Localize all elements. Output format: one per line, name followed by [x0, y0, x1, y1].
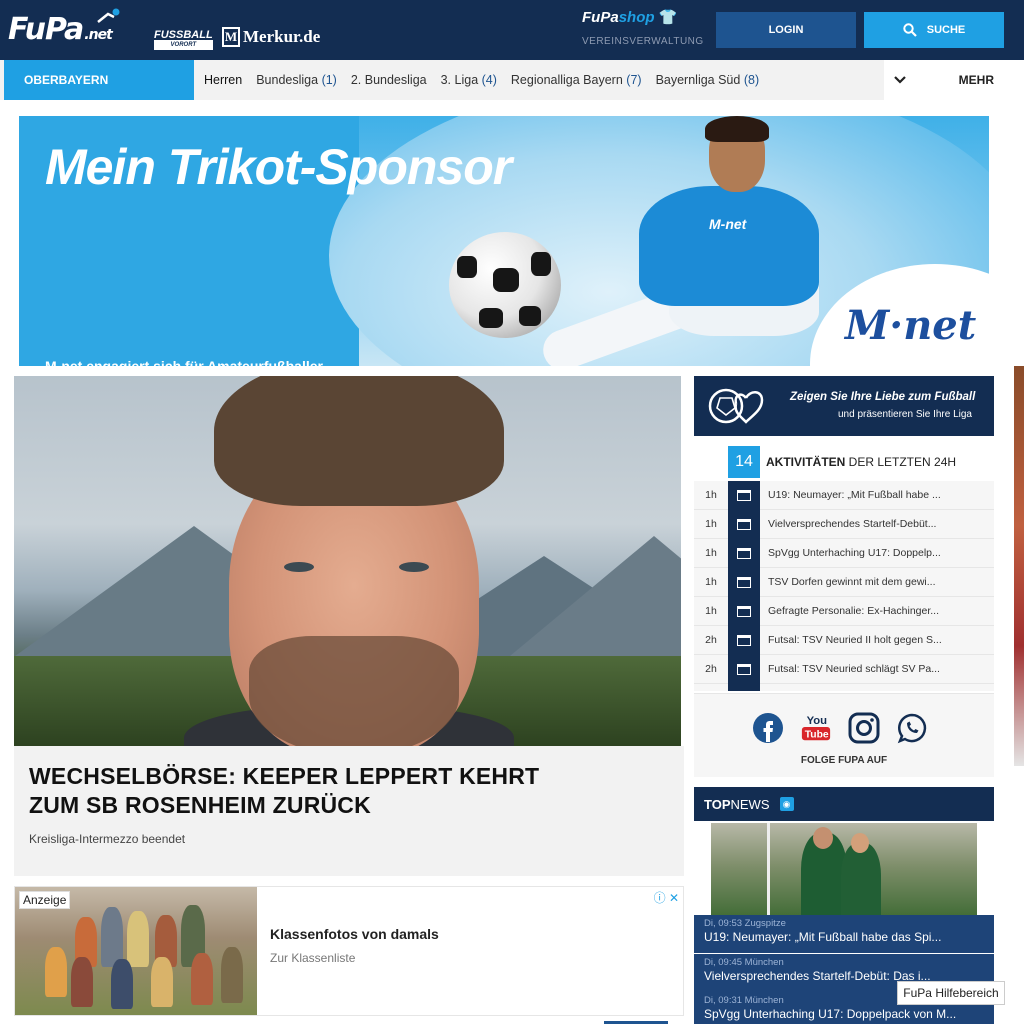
ad-title[interactable]: Klassenfotos von damals — [270, 926, 439, 942]
list-item[interactable]: 1h TSV Dorfen gewinnt mit dem gewi... — [694, 567, 994, 597]
list-item[interactable]: 1h U19: Neumayer: „Mit Fußball habe ... — [694, 481, 994, 510]
activities-label: AKTIVITÄTEN DER LETZTEN 24H — [766, 455, 957, 469]
topnews-image[interactable] — [711, 823, 977, 919]
list-item[interactable]: 1h SpVgg Unterhaching U17: Doppelp... — [694, 538, 994, 568]
vereinsverwaltung-link[interactable]: VEREINSVERWALTUNG — [582, 36, 704, 47]
adchoices-icon[interactable]: ⓘ ✕ — [654, 889, 679, 906]
ad-link[interactable]: Zur Klassenliste — [270, 951, 355, 965]
list-item[interactable]: 2h Futsal: TSV Neuried schlägt SV Pa... — [694, 654, 994, 684]
football-heart-icon — [708, 388, 764, 424]
newspaper-icon — [728, 625, 760, 655]
player-shirt: M-net — [639, 186, 819, 306]
more-menu-button[interactable]: MEHR — [916, 60, 1024, 100]
search-icon — [903, 23, 917, 37]
football-image — [449, 232, 561, 338]
rss-icon[interactable]: ◉ — [779, 797, 794, 811]
newspaper-icon — [728, 481, 760, 510]
svg-text:You: You — [807, 715, 828, 727]
topnews-header: TOP NEWS ◉ — [694, 787, 994, 821]
banner-subtitle: M-net engagiert sich für Amateurfußballe… — [45, 358, 323, 366]
nav-item-regionalliga-bayern[interactable]: Regionalliga Bayern (7) — [511, 73, 642, 87]
list-item[interactable]: 2h Futsal: TSV Neuried II holt gegen S... — [694, 625, 994, 655]
side-skin-ad[interactable] — [1014, 366, 1024, 766]
nav-item-bundesliga[interactable]: Bundesliga (1) — [256, 73, 337, 87]
mnet-logo: M·net — [845, 302, 977, 349]
youtube-icon[interactable]: You Tube — [800, 712, 832, 744]
fupashop-logo[interactable]: FuPashop 👕 — [582, 8, 677, 26]
ad-label: Anzeige — [19, 891, 71, 909]
whatsapp-icon[interactable] — [896, 712, 928, 744]
sponsor-banner[interactable]: M-net Mein Trikot-Sponsor M·net M-net en… — [19, 116, 989, 366]
player-silhouette-icon — [97, 8, 120, 23]
article-teaser[interactable]: WECHSELBÖRSE: KEEPER LEPPERT KEHRT ZUM S… — [14, 746, 684, 876]
social-label: FOLGE FUPA AUF — [800, 755, 888, 766]
nav-item-bayernliga-sued[interactable]: Bayernliga Süd (8) — [656, 73, 760, 87]
fussball-vorort-logo[interactable]: FUSSBALL VORORT — [154, 30, 213, 50]
newspaper-icon — [728, 654, 760, 684]
social-links: You Tube FOLGE FUPA AUF — [694, 693, 994, 777]
shirt-icon: 👕 — [658, 9, 678, 26]
nav-items: Herren Bundesliga (1) 2. Bundesliga 3. L… — [204, 60, 759, 100]
newspaper-icon — [728, 596, 760, 626]
merkur-m-icon: M — [222, 27, 240, 47]
article-title[interactable]: WECHSELBÖRSE: KEEPER LEPPERT KEHRT ZUM S… — [29, 762, 549, 820]
promo-subtitle: und präsentieren Sie Ihre Liga — [838, 409, 972, 420]
list-item[interactable]: 1h Gefragte Personalie: Ex-Hachinger... — [694, 596, 994, 626]
article-subtitle: Kreisliga-Intermezzo beendet — [29, 832, 186, 846]
newspaper-icon — [728, 683, 760, 691]
site-header: FuPa.net FUSSBALL VORORT M Merkur.de FuP… — [0, 0, 1024, 60]
facebook-icon[interactable] — [752, 712, 784, 744]
activities-list: 1h U19: Neumayer: „Mit Fußball habe ... 1… — [694, 481, 994, 691]
search-button[interactable]: SUCHE — [864, 12, 1004, 48]
nav-item-herren[interactable]: Herren — [204, 73, 242, 87]
activities-header: 14 AKTIVITÄTEN DER LETZTEN 24H — [694, 444, 994, 480]
topnews-item[interactable]: Di, 09:53 Zugspitze U19: Neumayer: „Mit … — [694, 915, 994, 953]
help-button[interactable]: FuPa Hilfebereich — [897, 981, 1005, 1005]
league-nav: OBERBAYERN Herren Bundesliga (1) 2. Bund… — [0, 60, 1024, 100]
promo-love-football[interactable]: Zeigen Sie Ihre Liebe zum Fußball und pr… — [694, 376, 994, 436]
login-button[interactable]: LOGIN — [716, 12, 856, 48]
promo-title: Zeigen Sie Ihre Liebe zum Fußball — [790, 391, 976, 403]
nav-item-3-liga[interactable]: 3. Liga (4) — [441, 73, 497, 87]
newspaper-icon — [728, 509, 760, 539]
instagram-icon[interactable] — [848, 712, 880, 744]
svg-text:Tube: Tube — [805, 729, 829, 740]
region-selector[interactable]: OBERBAYERN — [4, 60, 194, 100]
list-item[interactable] — [694, 683, 994, 691]
merkur-logo[interactable]: M Merkur.de — [222, 27, 320, 47]
list-item[interactable]: 1h Vielversprechendes Startelf-Debüt... — [694, 509, 994, 539]
newspaper-icon — [728, 538, 760, 568]
activities-count: 14 — [728, 446, 760, 478]
article-hero-image[interactable] — [14, 376, 681, 746]
newspaper-icon — [728, 567, 760, 597]
chevron-down-icon[interactable] — [884, 60, 916, 100]
search-button-label: SUCHE — [926, 24, 966, 36]
ad-klassenfotos[interactable]: Anzeige Klassenfotos von damals Zur Klas… — [14, 886, 684, 1024]
nav-item-2-bundesliga[interactable]: 2. Bundesliga — [351, 73, 427, 87]
banner-title: Mein Trikot-Sponsor — [45, 139, 512, 195]
